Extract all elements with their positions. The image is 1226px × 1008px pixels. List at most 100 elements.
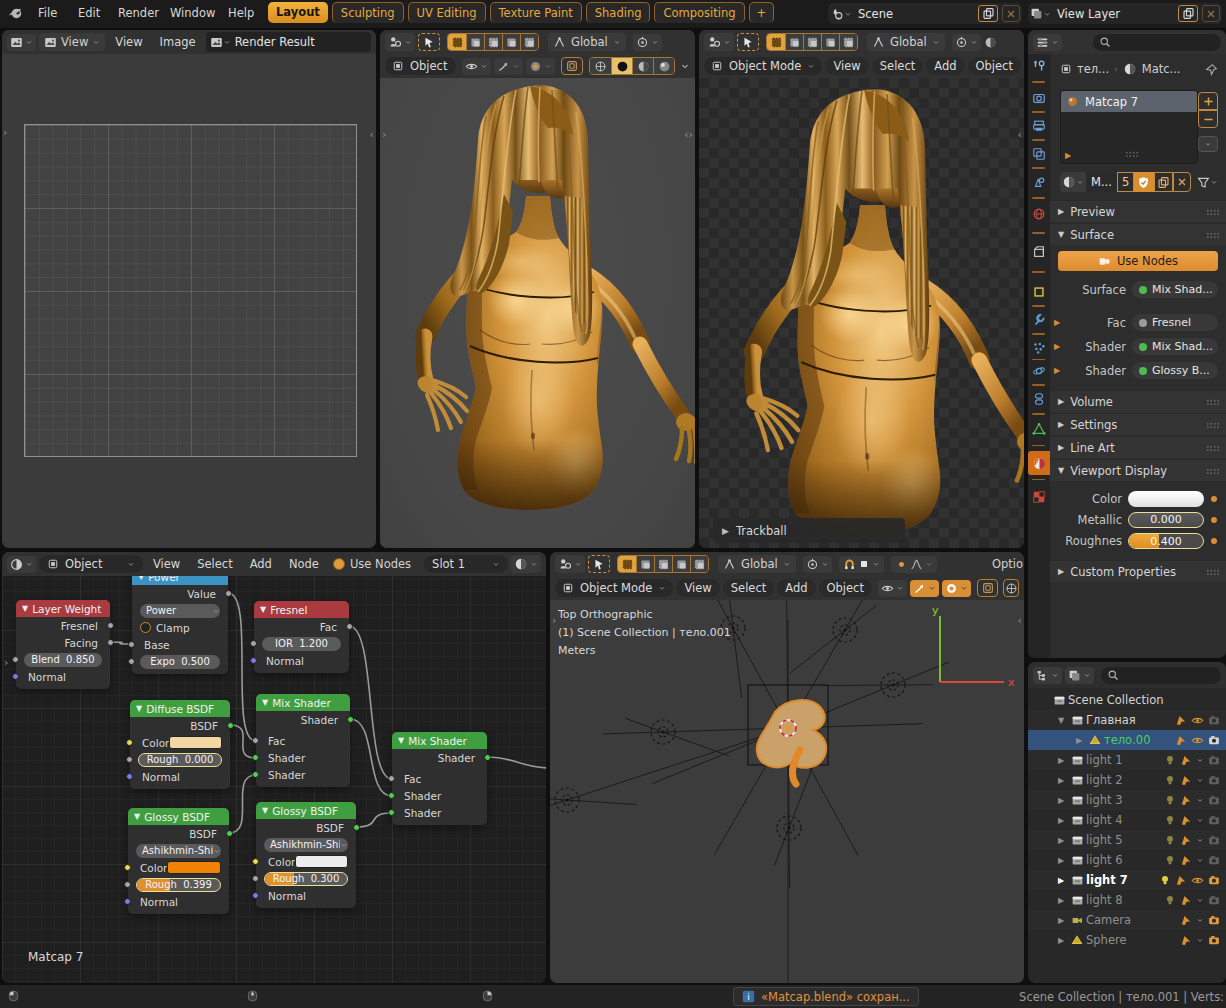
viewport-menu-view[interactable]: View [825,57,868,75]
pointer-icon[interactable] [1180,774,1192,786]
active-tool-select-box[interactable] [588,555,610,573]
tool-dropdown[interactable] [385,33,415,51]
socket-in[interactable] [124,864,131,871]
tool-dropdown[interactable] [555,555,585,573]
mode-dropdown[interactable]: Object Mode [555,579,673,597]
select-mode-4[interactable] [690,556,708,572]
visibility-dropdown[interactable] [462,58,491,75]
editor-type-image-button[interactable] [7,34,36,51]
node-color-swatch[interactable] [295,855,348,868]
pointer-icon[interactable] [1175,714,1187,727]
scene-selector-icon-dropdown[interactable] [830,7,852,21]
node-mix1[interactable]: ▼Mix ShaderShaderFacShaderShader [256,694,350,787]
fake-user-toggle[interactable] [1134,172,1154,192]
material-filter-dropdown[interactable] [1197,176,1218,189]
tool-dropdown[interactable] [704,33,734,51]
socket-in[interactable] [12,656,19,663]
chevron-icon[interactable] [1196,774,1204,786]
outliner-row-light-5[interactable]: ▶light 5 [1028,830,1226,850]
properties-tab-object[interactable] [1028,241,1050,263]
view-layer-selector-new-button[interactable] [1178,5,1198,22]
outliner-row-camera[interactable]: ▶Camera [1028,910,1226,930]
camera-icon[interactable] [1208,774,1220,786]
viewport-menu-view[interactable]: View [676,579,719,597]
node-color-swatch[interactable] [169,736,222,749]
outliner-row-light-7[interactable]: ▶light 7 [1028,870,1226,890]
properties-tab-render[interactable] [1028,87,1050,109]
outliner-row-тело-00[interactable]: ▶тело.00 [1028,730,1226,750]
pivot-dropdown[interactable] [952,34,981,51]
region-toggle-right[interactable]: ‹ [370,128,374,141]
surface-row-value[interactable]: Glossy B... [1132,362,1218,379]
panel-volume[interactable]: ▶Volume [1050,390,1226,412]
socket-in[interactable] [252,875,259,882]
material-slot-active[interactable]: Matcap 7 [1061,91,1197,112]
expand-arrow[interactable]: ▶ [1054,856,1068,865]
pointer-icon[interactable] [1180,914,1192,926]
region-toggle[interactable]: › [382,128,386,141]
select-mode-0[interactable] [767,34,785,50]
pointer-icon[interactable] [1180,934,1192,946]
viewport-menu-object[interactable]: Object [968,57,1021,75]
slot-specials-button[interactable] [1198,136,1218,152]
region-toggle-left[interactable]: › [3,126,7,139]
surface-row-value[interactable]: Fresnel [1132,314,1218,331]
shader-type-dropdown[interactable]: Object [39,555,143,573]
anim-dot[interactable] [1211,496,1217,502]
mode-dropdown[interactable]: Object [385,57,456,75]
expand-arrow[interactable]: ▶ [1054,816,1068,825]
unlink-material-button[interactable] [1173,172,1191,192]
active-tool-select-box[interactable] [737,33,759,51]
pointer-icon[interactable] [1180,854,1192,866]
socket-in[interactable] [252,858,259,865]
pointer-icon[interactable] [1180,834,1192,846]
scene-selector-name[interactable]: Scene [854,7,976,21]
workspace-tab-uvediting[interactable]: UV Editing [408,2,486,23]
pointer-icon[interactable] [1180,894,1192,906]
workspace-tab-sculpting[interactable]: Sculpting [332,2,404,23]
orientation-dropdown[interactable]: Global [718,555,796,573]
socket-out[interactable] [347,716,354,723]
scene-selector-new-button[interactable] [978,5,998,22]
anim-dot[interactable] [1211,538,1217,544]
image-menu-view[interactable]: View [108,33,149,51]
slot-add-button[interactable] [1198,92,1218,110]
camera-icon[interactable] [1208,794,1220,806]
properties-tab-physics[interactable] [1028,360,1050,382]
overlay-dropdown[interactable] [526,58,555,75]
node-field-ior[interactable]: IOR 1.200 [262,637,341,651]
chevron-icon[interactable] [1196,934,1204,946]
select-mode-0[interactable] [448,34,466,50]
node-field-blend[interactable]: Blend 0.850 [24,653,102,667]
camera-icon[interactable] [1208,854,1220,866]
light-icon[interactable] [1164,794,1176,806]
shading-solid-button[interactable] [611,58,632,74]
properties-tab-constraint[interactable] [1028,388,1050,410]
viewport-menu-add[interactable]: Add [926,57,964,75]
socket-in[interactable] [388,775,395,782]
overlay-dropdown[interactable] [942,580,971,597]
orientation-dropdown[interactable]: Global [548,33,626,51]
node-header[interactable]: ▼Fresnel [254,601,349,618]
material-name[interactable]: M... [1086,172,1117,192]
viewport-menu-object[interactable]: Object [819,579,872,597]
properties-tab-scene[interactable] [1028,171,1050,193]
node-header[interactable]: ▼Layer Weight [16,600,110,617]
mode-dropdown[interactable]: Object Mode [704,57,822,75]
surface-row-value[interactable]: Mix Shad... [1132,281,1218,298]
light-icon[interactable] [1164,774,1176,786]
visibility-dropdown[interactable] [878,580,907,597]
vpd-metallic-slider[interactable]: 0.000 [1128,512,1204,528]
select-mode-2[interactable] [654,556,672,572]
chevron-icon[interactable] [1196,794,1204,806]
eye-icon[interactable] [1191,874,1204,887]
panel-custom-properties[interactable]: ▶Custom Properties [1050,560,1226,582]
viewport-menu-select[interactable]: Select [723,579,774,597]
node-layer_weight[interactable]: ▼Layer WeightFresnelFacingBlend 0.850Nor… [16,600,110,689]
expand-arrow[interactable]: ▶ [1054,756,1068,765]
pointer-icon[interactable] [1180,814,1192,826]
select-mode-2[interactable] [803,34,821,50]
select-mode-1[interactable] [636,556,654,572]
camera-icon[interactable] [1208,914,1220,926]
camera-icon[interactable] [1208,934,1220,946]
